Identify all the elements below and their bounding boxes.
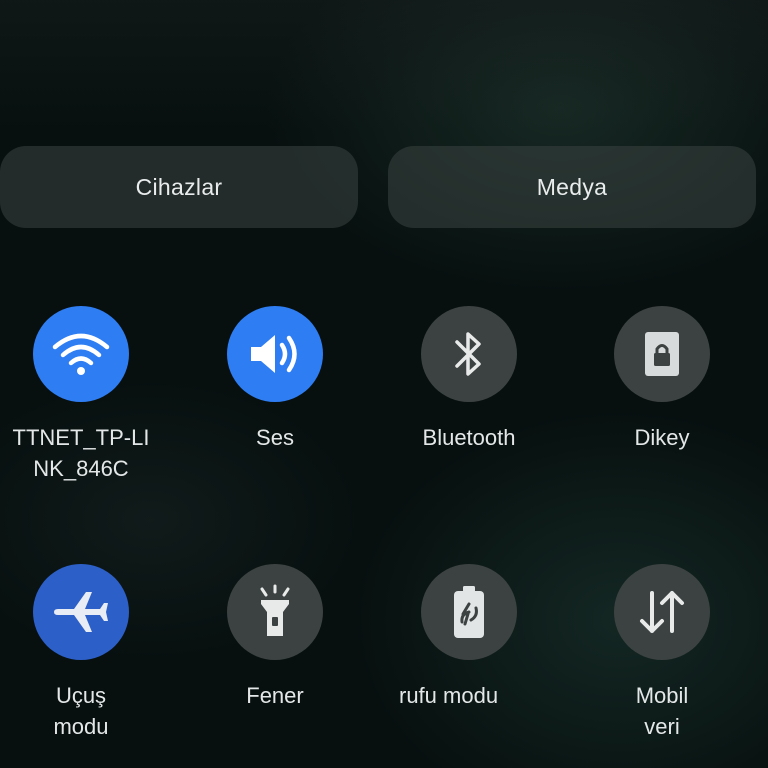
bluetooth-label: Bluetooth [422,425,516,450]
bluetooth-toggle[interactable] [421,306,517,402]
rotation-toggle[interactable] [614,306,710,402]
flashlight-icon [253,584,297,640]
flashlight-tile[interactable]: Fener [185,564,365,711]
flashlight-label: Fener [246,683,304,708]
wifi-toggle[interactable] [33,306,129,402]
rotation-lock-icon [642,329,682,379]
devices-button[interactable]: Cihazlar [0,146,358,228]
mobile-data-toggle[interactable] [614,564,710,660]
bluetooth-tile[interactable]: Bluetooth [379,306,559,453]
device-media-switcher: Cihazlar Medya [0,146,768,230]
airplane-icon [52,588,110,636]
rotation-tile[interactable]: Dikey [572,306,752,453]
wifi-label: TTNET_TP-LI NK_846C [12,425,150,481]
background-blur [0,0,768,130]
sound-toggle[interactable] [227,306,323,402]
media-button[interactable]: Medya [388,146,756,228]
wifi-icon [51,329,111,379]
bluetooth-icon [449,327,489,381]
devices-button-label: Cihazlar [135,173,223,200]
airplane-toggle[interactable] [33,564,129,660]
sound-label: Ses [256,425,294,450]
mobile-data-icon [636,587,688,637]
airplane-tile[interactable]: Uçuş modu [0,564,171,742]
flashlight-toggle[interactable] [227,564,323,660]
media-button-label: Medya [536,173,608,200]
mobile-data-label: Mobil veri [635,683,689,739]
battery-saver-toggle[interactable] [421,564,517,660]
battery-saver-icon [451,584,487,640]
volume-icon [245,329,305,379]
rotation-label: Dikey [634,425,690,450]
mobile-data-tile[interactable]: Mobil veri [572,564,752,742]
sound-tile[interactable]: Ses [185,306,365,453]
wifi-tile[interactable]: TTNET_TP-LI NK_846C [0,306,171,484]
battery-saver-label: rufu modu [399,683,499,708]
battery-saver-tile[interactable]: rufu modu [379,564,559,711]
airplane-label: Uçuş modu [53,683,109,739]
